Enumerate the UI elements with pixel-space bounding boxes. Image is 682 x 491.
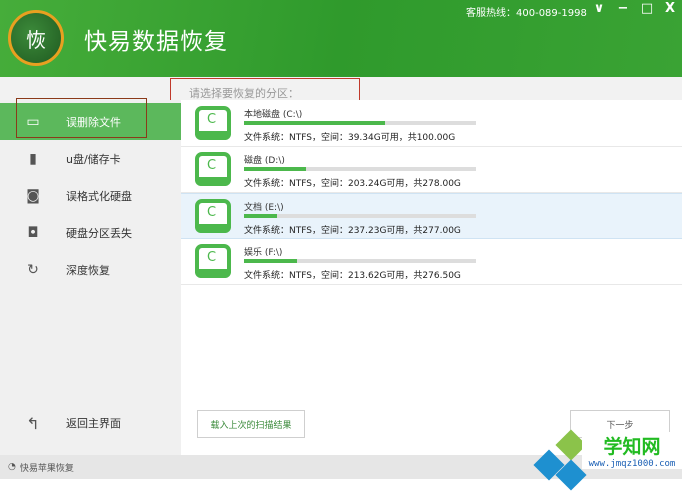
hotline-text: 客服热线：400-089-1998 [466, 8, 587, 19]
apple-recovery-link[interactable]: 快易苹果恢复 [20, 461, 74, 474]
partition-row[interactable]: C 本地磁盘 (C:\) 文件系统：NTFS，空间：39.34G可用，共100.… [181, 101, 682, 147]
maximize-button[interactable]: □ [638, 1, 656, 16]
sidebar-item-deleted-files[interactable]: ▭ 误删除文件 [0, 103, 181, 140]
partition-info: 文件系统：NTFS，空间：213.62G可用，共276.50G [244, 271, 461, 281]
partition-name: 磁盘 (D:\) [244, 156, 285, 166]
partition-info: 文件系统：NTFS，空间：203.24G可用，共278.00G [244, 179, 461, 189]
disk-icon: C [195, 106, 231, 140]
back-label: 返回主界面 [66, 417, 121, 430]
sidebar-item-deep-recovery[interactable]: ↻ 深度恢复 [0, 251, 181, 288]
app-logo: 恢 [8, 10, 64, 66]
usb-icon: ▮ [29, 150, 37, 167]
load-last-scan-button[interactable]: 载入上次的扫描结果 [197, 410, 305, 438]
watermark: 学知网 www.jmqz1000.com [520, 420, 682, 491]
partition-row[interactable]: C 文档 (E:\) 文件系统：NTFS，空间：237.23G可用，共277.0… [181, 193, 682, 239]
watermark-name: 学知网 [603, 436, 661, 458]
minimize-button[interactable]: − [614, 1, 632, 16]
sidebar: ▭ 误删除文件 ▮ u盘/储存卡 ◙ 误格式化硬盘 ◘ 硬盘分区丢失 ↻ 深度恢复 [0, 100, 181, 455]
usage-fill [244, 259, 297, 263]
partition-name: 娱乐 (F:\) [244, 248, 283, 258]
back-to-main-button[interactable]: ↰ 返回主界面 [0, 406, 181, 440]
app-title: 快易数据恢复 [84, 29, 228, 55]
dropdown-icon[interactable]: ∨ [590, 1, 608, 16]
partition-name: 文档 (E:\) [244, 203, 284, 213]
deep-scan-icon: ↻ [27, 261, 39, 278]
sidebar-item-usb[interactable]: ▮ u盘/储存卡 [0, 140, 181, 177]
usage-bar [244, 121, 476, 125]
sidebar-item-formatted-disk[interactable]: ◙ 误格式化硬盘 [0, 177, 181, 214]
usage-bar [244, 259, 476, 263]
partition-info: 文件系统：NTFS，空间：237.23G可用，共277.00G [244, 226, 461, 236]
usage-fill [244, 167, 307, 171]
partition-name: 本地磁盘 (C:\) [244, 110, 303, 120]
sidebar-item-label: 深度恢复 [66, 263, 110, 277]
partition-row[interactable]: C 娱乐 (F:\) 文件系统：NTFS，空间：213.62G可用，共276.5… [181, 239, 682, 285]
title-bar: 恢 快易数据恢复 客服热线：400-089-1998 ∨ − □ X [0, 0, 682, 77]
sidebar-item-label: 误格式化硬盘 [66, 189, 132, 203]
sidebar-item-label: u盘/储存卡 [66, 152, 121, 166]
usage-bar [244, 167, 476, 171]
usage-fill [244, 214, 278, 218]
apple-recovery-icon: ◔ [8, 462, 16, 472]
disk-icon: C [195, 199, 231, 233]
hard-disk-icon: ◙ [26, 187, 40, 204]
folder-icon: ▭ [26, 113, 40, 130]
sidebar-item-label: 硬盘分区丢失 [66, 226, 132, 240]
usage-bar [244, 214, 476, 218]
sidebar-item-label: 误删除文件 [66, 115, 121, 129]
disk-icon: C [195, 152, 231, 186]
partition-info: 文件系统：NTFS，空间：39.34G可用，共100.00G [244, 133, 456, 143]
partition-icon: ◘ [27, 224, 39, 241]
partition-row[interactable]: C 磁盘 (D:\) 文件系统：NTFS，空间：203.24G可用，共278.0… [181, 147, 682, 193]
disk-icon: C [195, 244, 231, 278]
close-button[interactable]: X [661, 1, 679, 16]
back-arrow-icon: ↰ [26, 413, 40, 433]
sidebar-item-lost-partition[interactable]: ◘ 硬盘分区丢失 [0, 214, 181, 251]
watermark-url: www.jmqz1000.com [588, 459, 676, 469]
usage-fill [244, 121, 385, 125]
